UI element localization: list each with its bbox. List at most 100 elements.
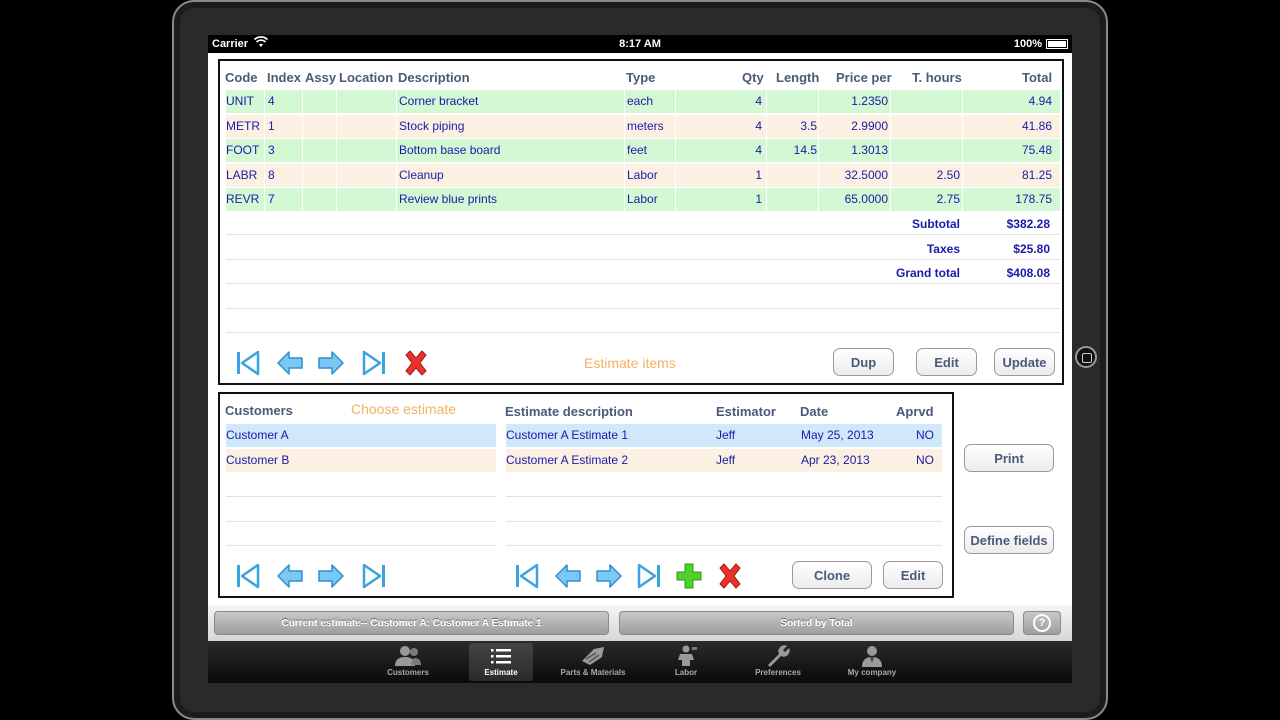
home-button[interactable] <box>1075 346 1097 368</box>
customer-estimates-panel: Customers Choose estimate Estimate descr… <box>218 392 954 598</box>
edit-estimate-button[interactable]: Edit <box>883 561 943 589</box>
cell-separator <box>336 114 337 138</box>
estimate-row[interactable]: Customer A Estimate 2 Jeff Apr 23, 2013 … <box>506 449 942 472</box>
cell-separator <box>890 188 891 211</box>
item-qty: 1 <box>755 192 762 206</box>
estimate-items-panel: Code Index Assy Location Description Typ… <box>218 59 1064 385</box>
delete-estimate-icon[interactable] <box>716 562 744 590</box>
cell-separator <box>336 163 337 187</box>
tab-estimate[interactable]: Estimate <box>469 643 533 681</box>
cell-separator <box>766 139 767 162</box>
col-header-type: Type <box>626 70 656 85</box>
item-index: 1 <box>268 118 275 133</box>
customer-row[interactable]: Customer A <box>226 424 496 447</box>
item-price: 1.3013 <box>851 143 888 157</box>
cell-separator <box>624 188 625 211</box>
edit-item-button[interactable]: Edit <box>916 348 977 376</box>
estimate-row[interactable]: Customer A Estimate 1 Jeff May 25, 2013 … <box>506 424 942 447</box>
col-header-index: Index <box>267 70 301 85</box>
delete-item-icon[interactable] <box>402 349 430 377</box>
cell-separator <box>766 114 767 138</box>
item-description: Corner bracket <box>399 94 479 108</box>
row-divider <box>226 283 1060 284</box>
col-header-assy: Assy <box>305 70 337 85</box>
cell-separator <box>396 139 397 162</box>
item-row[interactable]: REVR 7 Review blue prints Labor 1 65.0000 2.75… <box>226 188 1060 211</box>
cell-separator <box>962 163 963 187</box>
tab-labor[interactable]: Labor <box>654 643 718 681</box>
tab-my-company[interactable]: My company <box>840 643 904 681</box>
update-button[interactable]: Update <box>994 348 1055 376</box>
cell-separator <box>675 163 676 187</box>
first-customer-icon[interactable] <box>234 562 262 590</box>
cell-separator <box>624 90 625 113</box>
estimate-description: Customer A Estimate 1 <box>506 428 629 442</box>
next-item-icon[interactable] <box>317 349 345 377</box>
cell-separator <box>818 139 819 162</box>
row-divider <box>506 496 942 497</box>
app-screen: Carrier 8:17 AM 100% Code Index Assy Loc… <box>208 35 1072 683</box>
tab-label: My company <box>847 668 897 677</box>
next-customer-icon[interactable] <box>317 562 345 590</box>
estimate-date: Apr 23, 2013 <box>801 453 870 467</box>
item-code: METR <box>226 118 260 133</box>
print-button[interactable]: Print <box>964 444 1054 472</box>
first-estimate-icon[interactable] <box>513 562 541 590</box>
previous-customer-icon[interactable] <box>276 562 304 590</box>
taxes-label: Taxes <box>926 242 960 256</box>
col-header-date: Date <box>800 404 829 419</box>
item-type: Labor <box>627 167 658 182</box>
item-hours: 2.50 <box>936 167 960 182</box>
estimate-date: May 25, 2013 <box>801 428 874 442</box>
item-row[interactable]: UNIT 4 Corner bracket each 4 1.2350 4.94 <box>226 90 1060 113</box>
define-fields-button[interactable]: Define fields <box>964 526 1054 554</box>
item-code: FOOT <box>226 143 260 157</box>
cell-separator <box>766 90 767 113</box>
add-estimate-icon[interactable] <box>675 562 703 590</box>
customer-row[interactable]: Customer B <box>226 449 496 472</box>
col-header-estimator: Estimator <box>716 404 776 419</box>
parts-icon <box>580 643 606 668</box>
cell-separator <box>624 139 625 162</box>
tab-parts-materials[interactable]: Parts & Materials <box>561 643 625 681</box>
last-customer-icon[interactable] <box>360 562 388 590</box>
item-total: 178.75 <box>1015 192 1052 206</box>
row-divider <box>226 234 1060 235</box>
customers-icon <box>394 643 422 668</box>
item-row[interactable]: FOOT 3 Bottom base board feet 4 14.5 1.3013 75.… <box>226 139 1060 162</box>
tab-preferences[interactable]: Preferences <box>746 643 810 681</box>
cell-separator <box>962 139 963 162</box>
item-index: 3 <box>268 143 275 157</box>
list-icon <box>490 643 512 668</box>
dup-button[interactable]: Dup <box>833 348 894 376</box>
customers-header: Customers <box>225 403 293 418</box>
cell-separator <box>675 114 676 138</box>
cell-separator <box>766 163 767 187</box>
item-row[interactable]: METR 1 Stock piping meters 4 3.5 2.9900 41.86 <box>226 114 1060 138</box>
previous-estimate-icon[interactable] <box>554 562 582 590</box>
row-divider <box>506 521 942 522</box>
sort-order-display[interactable]: Sorted by Total <box>619 611 1014 635</box>
last-estimate-icon[interactable] <box>635 562 663 590</box>
status-strip: Current estimate-- Customer A: Customer … <box>208 605 1072 641</box>
next-estimate-icon[interactable] <box>595 562 623 590</box>
first-item-icon[interactable] <box>234 349 262 377</box>
col-header-price-per: Price per <box>836 70 892 85</box>
last-item-icon[interactable] <box>360 349 388 377</box>
item-row[interactable]: LABR 8 Cleanup Labor 1 32.5000 2.50 81.25 <box>226 163 1060 187</box>
tab-bar: Customers Estimate Parts & Materials Lab… <box>208 641 1072 683</box>
help-button[interactable]: ? <box>1023 611 1061 635</box>
tab-customers[interactable]: Customers <box>376 643 440 681</box>
subtotal-label: Subtotal <box>912 217 960 231</box>
cell-separator <box>302 188 303 211</box>
row-divider <box>226 259 1060 260</box>
previous-item-icon[interactable] <box>276 349 304 377</box>
customer-name: Customer B <box>226 453 290 467</box>
cell-separator <box>336 139 337 162</box>
clock: 8:17 AM <box>619 38 661 50</box>
col-header-code: Code <box>225 70 258 85</box>
tab-label: Preferences <box>755 668 801 677</box>
clone-button[interactable]: Clone <box>792 561 872 589</box>
cell-separator <box>624 163 625 187</box>
cell-separator <box>396 163 397 187</box>
